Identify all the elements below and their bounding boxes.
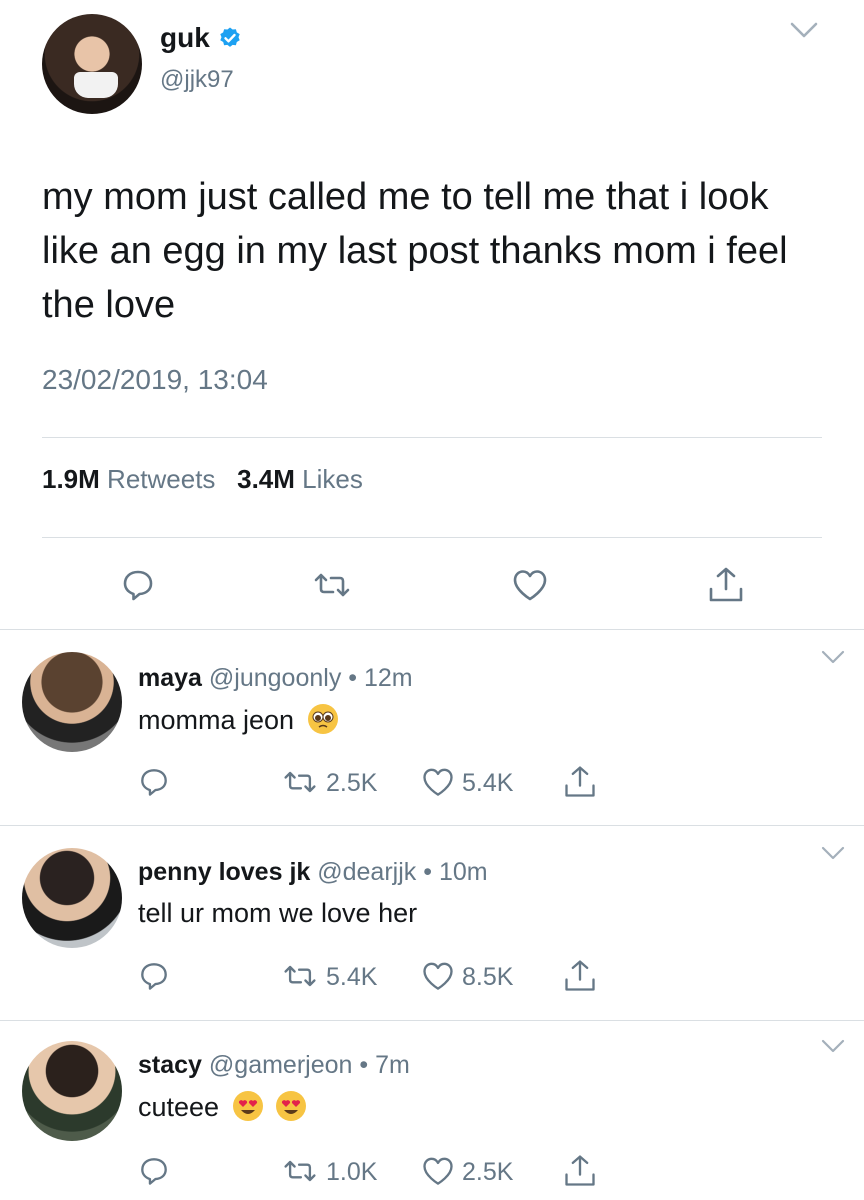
retweet-count: 1.0K — [326, 1158, 378, 1186]
like-icon[interactable] — [420, 958, 456, 994]
reply-author-handle[interactable]: @jungoonly — [209, 664, 341, 692]
reply-icon[interactable] — [136, 958, 172, 994]
main-tweet: guk @jjk97 my mom just called me to tell… — [0, 0, 864, 630]
share-icon[interactable] — [706, 565, 746, 605]
share-icon[interactable] — [562, 764, 598, 800]
reply-time: 7m — [375, 1051, 410, 1079]
author-name[interactable]: guk — [160, 22, 210, 54]
pleading-face-emoji-icon — [307, 704, 338, 734]
retweet-count: 2.5K — [326, 769, 378, 797]
likes-count[interactable]: 3.4M — [237, 464, 295, 494]
reply-time: 10m — [438, 858, 488, 886]
reply-text: tell ur mom we love her — [138, 898, 417, 929]
like-icon[interactable] — [510, 565, 550, 605]
separator-dot: • — [423, 858, 432, 886]
divider — [42, 537, 822, 538]
verified-badge-icon — [220, 27, 240, 47]
reply-text-content: tell ur mom we love her — [138, 898, 418, 928]
reply-icon[interactable] — [118, 565, 158, 605]
retweet-icon[interactable] — [282, 1153, 318, 1189]
reply-text: momma jeon — [138, 704, 338, 736]
share-icon[interactable] — [562, 958, 598, 994]
like-count: 2.5K — [462, 1158, 514, 1186]
author-avatar[interactable] — [42, 14, 142, 114]
reply-author-handle[interactable]: @dearjjk — [317, 858, 416, 886]
retweet-count: 5.4K — [326, 963, 378, 991]
reply-icon[interactable] — [136, 764, 172, 800]
reply-text-content: cuteee — [138, 1092, 220, 1122]
likes-label[interactable]: Likes — [302, 464, 363, 494]
reply-header: stacy @gamerjeon • 7m — [138, 1051, 410, 1080]
like-icon[interactable] — [420, 1153, 456, 1189]
like-count: 8.5K — [462, 963, 514, 991]
reply-header: penny loves jk @dearjjk • 10m — [138, 858, 488, 887]
reply-tweet[interactable]: maya @jungoonly • 12m momma jeon 2.5K 5.… — [0, 630, 864, 825]
separator-dot: • — [359, 1051, 369, 1079]
chevron-down-icon[interactable] — [818, 648, 848, 666]
reply-author-handle[interactable]: @gamerjeon — [209, 1051, 353, 1079]
retweet-icon[interactable] — [282, 764, 318, 800]
heart-eyes-face-emoji-icon — [276, 1091, 307, 1121]
reply-author-name[interactable]: penny loves jk — [138, 858, 310, 886]
chevron-down-icon[interactable] — [786, 18, 822, 42]
chevron-down-icon[interactable] — [818, 844, 848, 862]
heart-eyes-face-emoji-icon — [232, 1091, 263, 1121]
chevron-down-icon[interactable] — [818, 1037, 848, 1055]
reply-text: cuteee — [138, 1091, 307, 1123]
like-icon[interactable] — [420, 764, 456, 800]
divider — [42, 437, 822, 438]
retweets-count[interactable]: 1.9M — [42, 464, 100, 494]
tweet-timestamp: 23/02/2019, 13:04 — [42, 364, 268, 395]
reply-avatar[interactable] — [22, 652, 122, 752]
like-count: 5.4K — [462, 769, 514, 797]
retweet-icon[interactable] — [282, 958, 318, 994]
retweets-label[interactable]: Retweets — [107, 464, 215, 494]
separator-dot: • — [348, 664, 358, 692]
tweet-stats: 1.9M Retweets 3.4M Likes — [42, 464, 363, 495]
reply-icon[interactable] — [136, 1153, 172, 1189]
reply-author-name[interactable]: stacy — [138, 1051, 202, 1079]
reply-time: 12m — [364, 664, 413, 692]
retweet-icon[interactable] — [312, 565, 352, 605]
reply-text-content: momma jeon — [138, 705, 295, 735]
tweet-text: my mom just called me to tell me that i … — [42, 176, 788, 326]
reply-header: maya @jungoonly • 12m — [138, 664, 413, 693]
reply-avatar[interactable] — [22, 848, 122, 948]
reply-author-name[interactable]: maya — [138, 664, 202, 692]
reply-tweet[interactable]: penny loves jk @dearjjk • 10m tell ur mo… — [0, 826, 864, 1021]
reply-avatar[interactable] — [22, 1041, 122, 1141]
reply-tweet[interactable]: stacy @gamerjeon • 7m cuteee 1.0K 2.5K — [0, 1021, 864, 1200]
share-icon[interactable] — [562, 1153, 598, 1189]
author-handle[interactable]: @jjk97 — [160, 66, 234, 94]
